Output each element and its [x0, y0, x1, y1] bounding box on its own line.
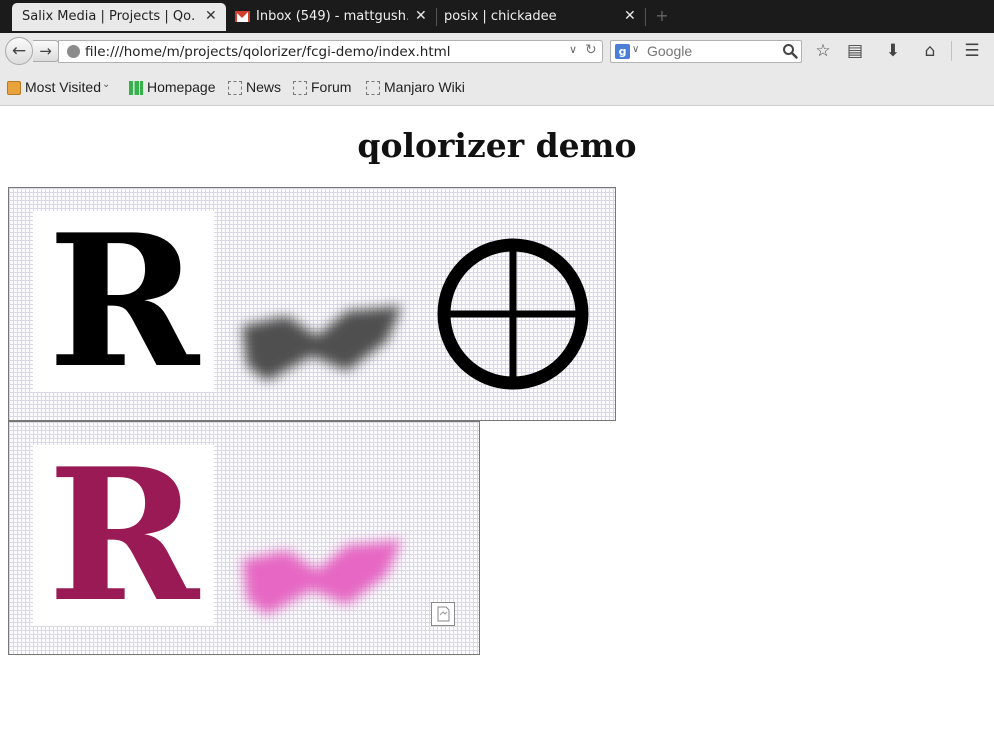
tab-title: posix | chickadee	[444, 9, 557, 24]
download-icon[interactable]: ⬇	[883, 41, 903, 61]
bookmark-homepage[interactable]: Homepage	[129, 79, 219, 97]
home-icon[interactable]: ⌂	[920, 41, 940, 61]
navigation-toolbar: file:///home/m/projects/qolorizer/fcgi-d…	[0, 33, 994, 68]
tab-salix-media[interactable]: Salix Media | Projects | Qo… ✕	[12, 3, 226, 31]
tab-divider	[645, 8, 646, 26]
bookmark-manjaro-wiki[interactable]: Manjaro Wiki	[366, 79, 468, 97]
bookmarks-toolbar: Most Visited ⌄ Homepage News Forum Manja…	[0, 68, 994, 106]
bookmark-label: Manjaro Wiki	[384, 79, 465, 95]
bookmark-label: Forum	[311, 79, 352, 95]
forward-button[interactable]: →	[33, 40, 59, 62]
colorized-image-panel: R	[8, 421, 480, 655]
bookmark-label: Homepage	[147, 79, 216, 95]
tab-title: Salix Media | Projects | Qo…	[22, 9, 194, 24]
back-button[interactable]: ←	[5, 37, 33, 65]
hamburger-menu-icon[interactable]: ☰	[962, 41, 982, 61]
letter-r-glyph: R	[47, 194, 200, 408]
chevron-down-icon: ⌄	[102, 79, 111, 90]
url-bar[interactable]: file:///home/m/projects/qolorizer/fcgi-d…	[58, 40, 603, 63]
bookmark-news[interactable]: News	[228, 79, 288, 97]
reload-icon[interactable]: ↻	[585, 42, 597, 58]
globe-icon	[67, 45, 80, 58]
bookmarks-menu-icon[interactable]: ▤	[845, 41, 865, 61]
letter-tile: R	[33, 194, 214, 408]
tab-posix-chickadee[interactable]: posix | chickadee ✕	[436, 3, 644, 31]
dashed-page-icon	[366, 81, 380, 95]
new-tab-button[interactable]: +	[652, 6, 672, 26]
search-icon[interactable]	[782, 43, 798, 59]
folder-icon	[7, 81, 21, 95]
close-tab-icon[interactable]: ✕	[624, 8, 636, 24]
bookmark-label: Most Visited	[25, 79, 101, 95]
close-tab-icon[interactable]: ✕	[415, 8, 427, 24]
toolbar-divider	[951, 41, 952, 61]
bookmark-star-icon[interactable]: ☆	[813, 41, 833, 61]
chevron-down-icon[interactable]: ∨	[632, 44, 639, 55]
bookmark-most-visited[interactable]: Most Visited ⌄	[7, 79, 115, 97]
dashed-page-icon	[228, 81, 242, 95]
original-image-panel: R	[8, 187, 616, 421]
gmail-icon	[235, 11, 250, 22]
dashed-page-icon	[293, 81, 307, 95]
close-tab-icon[interactable]: ✕	[205, 8, 217, 24]
url-text[interactable]: file:///home/m/projects/qolorizer/fcgi-d…	[85, 44, 451, 60]
letter-r-glyph: R	[47, 428, 200, 642]
letter-tile: R	[33, 428, 214, 642]
pink-smudge-graphic	[242, 540, 402, 615]
tab-strip: Salix Media | Projects | Qo… ✕ Inbox (54…	[0, 0, 994, 33]
manjaro-icon	[129, 81, 143, 95]
search-input[interactable]	[647, 43, 777, 59]
search-bar[interactable]: g ∨	[610, 40, 802, 63]
bookmark-forum[interactable]: Forum	[293, 79, 357, 97]
google-icon[interactable]: g	[615, 44, 630, 59]
bookmark-label: News	[246, 79, 282, 95]
history-dropdown-icon[interactable]: ∨	[569, 43, 577, 56]
broken-image-icon	[431, 602, 455, 626]
page-title: qolorizer demo	[357, 126, 637, 165]
crosshair-circle-graphic	[437, 238, 589, 390]
tab-inbox[interactable]: Inbox (549) - mattgush… ✕	[226, 3, 436, 31]
gray-smudge-graphic	[242, 306, 402, 381]
tab-title: Inbox (549) - mattgush…	[256, 9, 408, 24]
